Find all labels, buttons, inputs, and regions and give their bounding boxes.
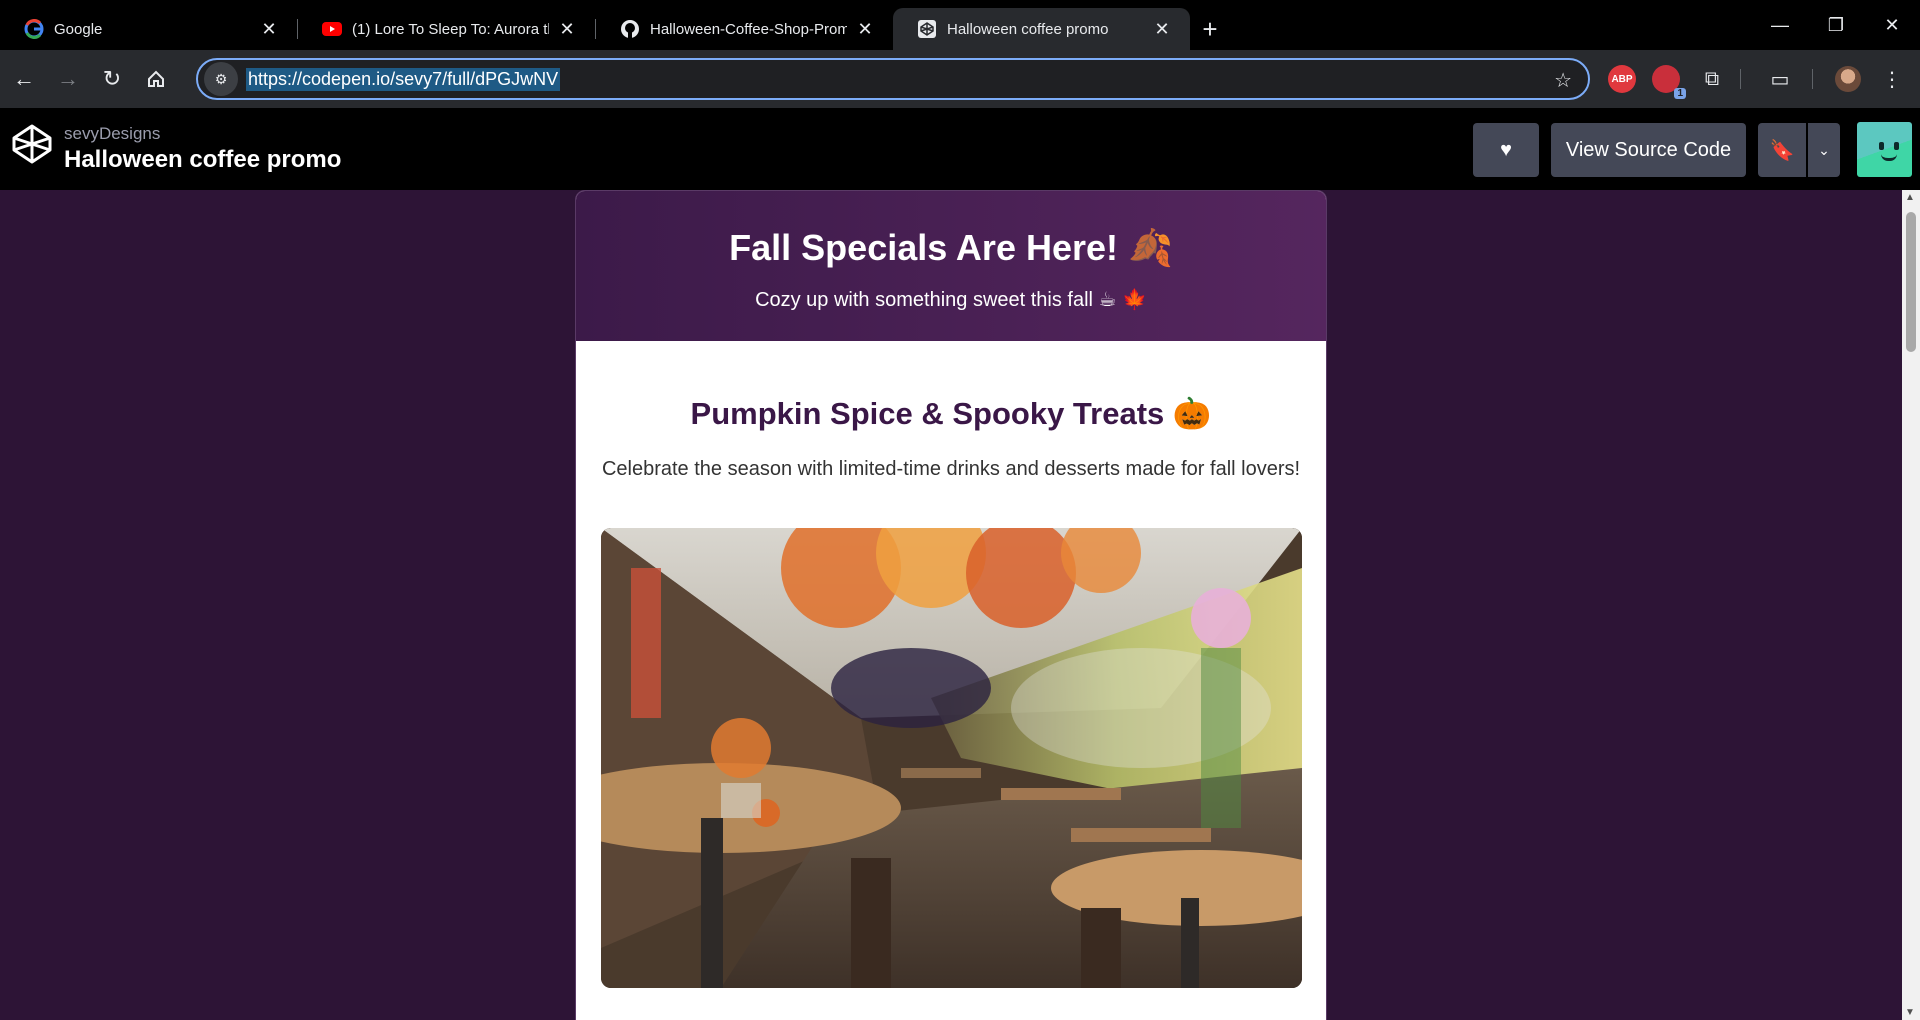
avatar (1835, 66, 1861, 92)
extension-icon: 1 (1652, 65, 1686, 99)
tab-title: Google (54, 20, 103, 38)
scroll-down-icon[interactable]: ▼ (1905, 1007, 1915, 1018)
pen-preview: Fall Specials Are Here! 🍂 Cozy up with s… (0, 190, 1920, 1020)
chevron-down-icon: ⌄ (1818, 141, 1830, 158)
extension-with-badge[interactable]: 1 (1650, 63, 1686, 99)
bookmark-button[interactable]: 🔖 (1758, 123, 1806, 177)
view-source-button[interactable]: View Source Code (1551, 123, 1746, 177)
codepen-logo-icon[interactable] (10, 122, 54, 166)
home-icon[interactable] (136, 59, 176, 99)
address-bar[interactable]: ⚙ https://codepen.io/sevy7/full/dPGJwNV … (196, 58, 1590, 100)
bookmark-icon: 🔖 (1769, 139, 1795, 162)
tab-codepen-active[interactable]: Halloween coffee promo ✕ (893, 8, 1190, 50)
bookmark-star-icon[interactable]: ☆ (1554, 68, 1572, 93)
github-icon (620, 19, 640, 39)
user-avatar[interactable] (1857, 122, 1912, 177)
cast-icon[interactable]: ▭ (1764, 63, 1796, 95)
author-name[interactable]: sevyDesigns (64, 124, 341, 144)
hero-banner: Fall Specials Are Here! 🍂 Cozy up with s… (576, 191, 1326, 341)
back-icon[interactable]: ← (4, 59, 44, 99)
close-icon[interactable]: ✕ (1150, 17, 1174, 41)
codepen-icon (917, 19, 937, 39)
tab-title: (1) Lore To Sleep To: Aurora the (352, 20, 549, 38)
new-tab-button[interactable]: + (1190, 8, 1230, 50)
toolbar-divider (1812, 69, 1813, 89)
tab-title: Halloween-Coffee-Shop-Promo (650, 20, 847, 38)
bookmark-dropdown[interactable]: ⌄ (1808, 123, 1840, 177)
browser-toolbar: ← → ↻ ⚙ https://codepen.io/sevy7/full/dP… (0, 50, 1920, 108)
scroll-up-icon[interactable]: ▲ (1905, 192, 1915, 203)
pen-title: Halloween coffee promo (64, 146, 342, 173)
minimize-icon[interactable]: — (1752, 0, 1808, 50)
tab-github[interactable]: Halloween-Coffee-Shop-Promo ✕ (596, 8, 893, 50)
tab-google[interactable]: Google ✕ (0, 8, 297, 50)
site-info-icon[interactable]: ⚙ (204, 62, 238, 96)
scrollbar[interactable]: ▲ ▼ (1902, 190, 1920, 1020)
profile-button[interactable] (1832, 63, 1864, 95)
abp-icon: ABP (1608, 65, 1636, 93)
puzzle-icon[interactable]: ⧉ (1696, 63, 1728, 95)
close-icon[interactable]: ✕ (555, 17, 579, 41)
google-icon (24, 19, 44, 39)
tab-strip: Google ✕ (1) Lore To Sleep To: Aurora th… (0, 0, 1920, 50)
scrollbar-thumb[interactable] (1906, 212, 1916, 352)
restore-icon[interactable]: ❐ (1808, 0, 1864, 50)
reload-icon[interactable]: ↻ (92, 59, 132, 99)
toolbar-divider (1740, 69, 1741, 89)
youtube-icon (322, 19, 342, 39)
menu-kebab-icon[interactable]: ⋮ (1876, 63, 1908, 95)
cafe-interior-image (601, 528, 1302, 988)
close-window-icon[interactable]: ✕ (1864, 0, 1920, 50)
like-button[interactable]: ♥ (1473, 123, 1539, 177)
section-description: Celebrate the season with limited-time d… (601, 458, 1301, 480)
close-icon[interactable]: ✕ (853, 17, 877, 41)
section-title: Pumpkin Spice & Spooky Treats 🎃 (690, 396, 1212, 431)
forward-icon[interactable]: → (48, 59, 88, 99)
promo-card: Fall Specials Are Here! 🍂 Cozy up with s… (575, 190, 1327, 1020)
url-text[interactable]: https://codepen.io/sevy7/full/dPGJwNV (246, 67, 561, 91)
codepen-header: sevyDesigns Halloween coffee promo ♥ Vie… (0, 108, 1920, 190)
close-icon[interactable]: ✕ (257, 17, 281, 41)
tab-youtube[interactable]: (1) Lore To Sleep To: Aurora the ✕ (298, 8, 595, 50)
adblock-extension[interactable]: ABP (1606, 63, 1638, 95)
hero-title: Fall Specials Are Here! 🍂 (729, 227, 1173, 268)
heart-icon: ♥ (1500, 138, 1512, 161)
tab-title: Halloween coffee promo (947, 20, 1109, 38)
hero-subtitle: Cozy up with something sweet this fall ☕… (755, 289, 1147, 311)
extension-badge: 1 (1674, 88, 1686, 99)
